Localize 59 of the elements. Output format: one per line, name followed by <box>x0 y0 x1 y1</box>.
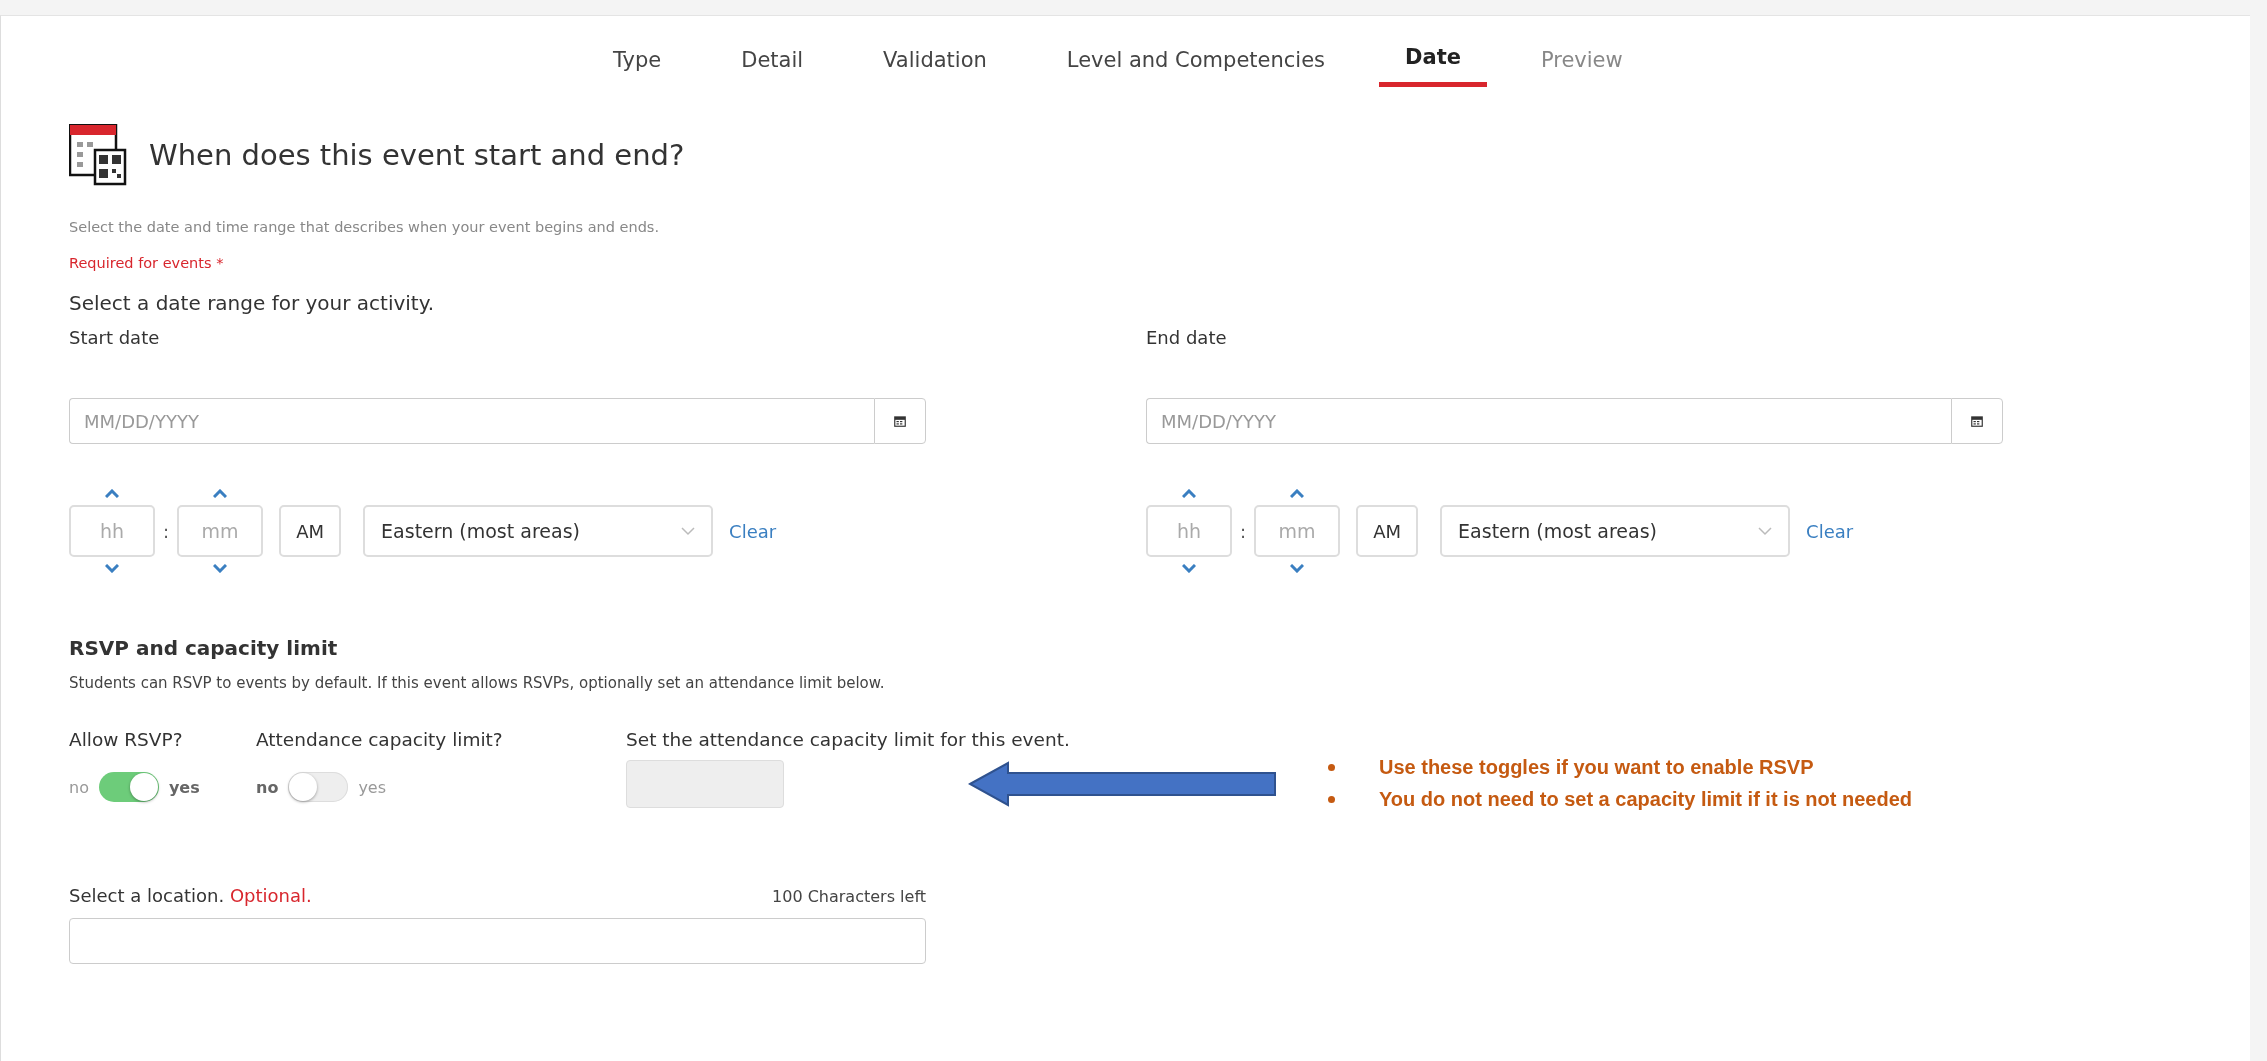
step-tab[interactable]: Type <box>587 34 688 87</box>
toggle-label: Attendance capacity limit? <box>256 729 504 750</box>
bullet-icon <box>1328 763 1335 771</box>
section-heading: RSVP and capacity limit <box>69 636 339 660</box>
chevron-down-icon <box>1758 526 1773 536</box>
am-pm-button[interactable]: AM <box>279 505 342 557</box>
page-title: When does this event start and end? <box>149 138 685 172</box>
date-input[interactable]: MM/DD/YYYY <box>1146 398 1951 444</box>
chevron-down-icon[interactable] <box>213 564 228 573</box>
location-input[interactable] <box>69 918 926 964</box>
time-separator: : <box>163 520 170 542</box>
toggle-switch[interactable] <box>98 772 159 802</box>
required-note: Required for events * <box>69 255 225 271</box>
character-counter: 100 Characters left <box>772 887 926 906</box>
toggle-switch[interactable] <box>288 772 349 802</box>
off-label: no <box>256 777 279 797</box>
hour-input[interactable]: hh <box>1146 505 1232 557</box>
hour-input[interactable]: hh <box>69 505 155 557</box>
field-label: Set the attendance capacity limit for this event. <box>626 729 1071 750</box>
date-picker-button[interactable] <box>874 398 926 444</box>
on-label: yes <box>358 777 387 797</box>
timezone-dropdown[interactable]: Eastern (most areas) <box>363 505 714 557</box>
step-tab[interactable]: Detail <box>715 34 830 87</box>
minute-input[interactable]: mm <box>1254 505 1341 557</box>
toggle-label: Allow RSVP? <box>69 729 184 750</box>
chevron-up-icon[interactable] <box>213 489 228 498</box>
date-picker-button[interactable] <box>1951 398 2003 444</box>
field-label: Select a location. Optional. <box>69 885 312 906</box>
time-separator: : <box>1240 520 1247 542</box>
field-label: End date <box>1146 327 1228 348</box>
am-pm-button[interactable]: AM <box>1356 505 1419 557</box>
step-tab[interactable]: Date <box>1379 34 1487 87</box>
chevron-up-icon[interactable] <box>105 489 119 498</box>
clear-link[interactable]: Clear <box>729 520 777 542</box>
bullet-icon <box>1328 795 1335 803</box>
calendar-icon <box>1970 414 1984 428</box>
on-label: yes <box>168 777 200 797</box>
annotation-note: You do not need to set a capacity limit if it is not needed <box>1379 787 1913 811</box>
step-tab[interactable]: Preview <box>1514 34 1649 87</box>
step-tab[interactable]: Validation <box>857 34 1013 87</box>
chevron-up-icon[interactable] <box>1290 489 1305 498</box>
chevron-down-icon <box>681 526 696 536</box>
clear-link[interactable]: Clear <box>1806 520 1854 542</box>
calendar-icon <box>893 414 907 428</box>
section-heading: Select a date range for your activity. <box>69 291 436 315</box>
off-label: no <box>69 777 89 797</box>
timezone-dropdown[interactable]: Eastern (most areas) <box>1440 505 1791 557</box>
field-label: Start date <box>69 327 161 348</box>
minute-input[interactable]: mm <box>177 505 264 557</box>
calendar-icon <box>69 124 127 186</box>
description-text: Students can RSVP to events by default. If this event allows RSVPs, optionally set an attendance limit below. <box>69 674 886 692</box>
chevron-down-icon[interactable] <box>105 564 119 573</box>
date-input[interactable]: MM/DD/YYYY <box>69 398 874 444</box>
annotation-note: Use these toggles if you want to enable RSVP <box>1379 755 1814 779</box>
chevron-down-icon[interactable] <box>1182 564 1196 573</box>
chevron-down-icon[interactable] <box>1290 564 1305 573</box>
step-tab[interactable]: Level and Competencies <box>1040 34 1352 87</box>
chevron-up-icon[interactable] <box>1182 489 1196 498</box>
description-text: Select the date and time range that describes when your event begins and ends. <box>69 219 661 235</box>
